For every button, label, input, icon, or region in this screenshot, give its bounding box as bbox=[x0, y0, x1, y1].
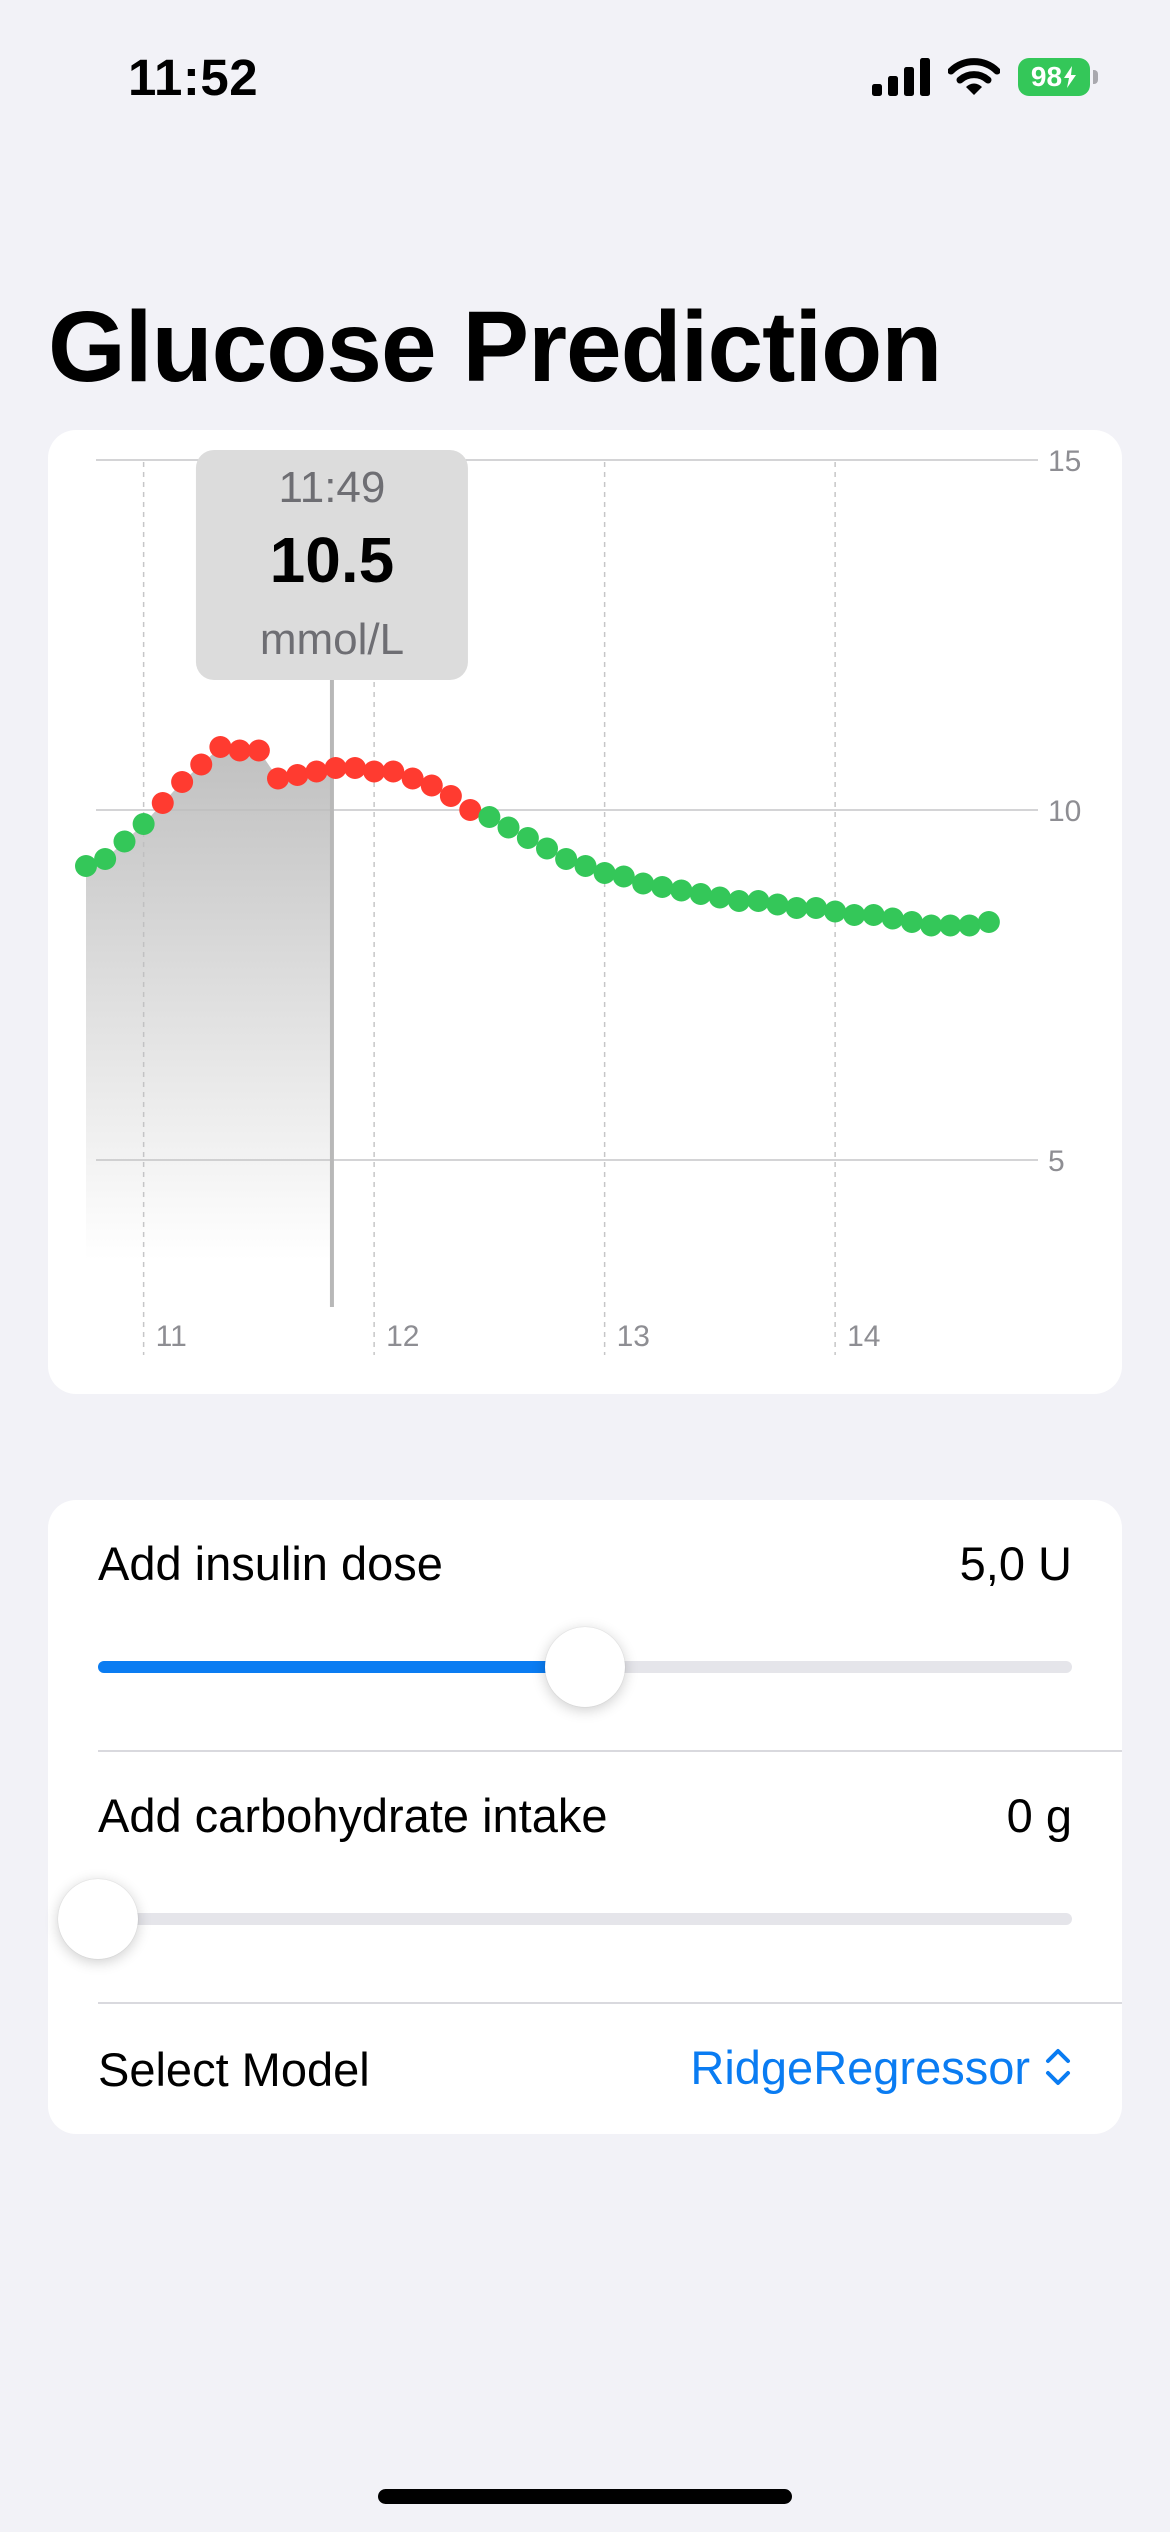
data-point[interactable] bbox=[824, 900, 847, 923]
controls-card: Add insulin dose 5,0 U Add carbohydrate … bbox=[48, 1500, 1122, 2134]
data-point[interactable] bbox=[343, 757, 366, 779]
data-point[interactable] bbox=[881, 907, 904, 930]
data-point[interactable] bbox=[632, 872, 655, 895]
tooltip-time: 11:49 bbox=[279, 463, 386, 512]
insulin-slider-fill bbox=[98, 1661, 585, 1673]
y-tick-label: 15 bbox=[1048, 445, 1081, 478]
data-point[interactable] bbox=[75, 855, 97, 877]
glucose-chart-card[interactable]: 15 10 5 11 12 13 14 11:49 10.5 mmol/L bbox=[48, 430, 1122, 1394]
select-model-label: Select Model bbox=[98, 2043, 370, 2096]
data-point[interactable] bbox=[612, 865, 635, 888]
carbohydrate-intake-label: Add carbohydrate intake bbox=[98, 1789, 608, 1842]
data-point[interactable] bbox=[555, 848, 578, 870]
model-picker-value[interactable]: RidgeRegressor bbox=[690, 2040, 1030, 2095]
data-point[interactable] bbox=[670, 879, 693, 902]
tooltip-unit: mmol/L bbox=[260, 615, 404, 664]
carbohydrate-intake-value: 0 g bbox=[1006, 1789, 1072, 1842]
data-point[interactable] bbox=[728, 890, 751, 912]
chevron-up-down-icon[interactable] bbox=[1044, 2045, 1072, 2089]
status-bar: 11:52 98 bbox=[0, 0, 1170, 150]
data-point[interactable] bbox=[747, 890, 770, 912]
carbohydrate-intake-slider[interactable] bbox=[58, 1879, 1072, 1959]
data-point[interactable] bbox=[574, 855, 597, 877]
cellular-signal-icon bbox=[872, 58, 930, 96]
model-picker[interactable]: RidgeRegressor bbox=[690, 2032, 1072, 2102]
data-point[interactable] bbox=[920, 914, 943, 937]
data-point[interactable] bbox=[401, 767, 424, 790]
data-point[interactable] bbox=[939, 914, 962, 937]
insulin-dose-slider[interactable] bbox=[98, 1627, 1072, 1707]
data-point[interactable] bbox=[478, 806, 501, 828]
data-point[interactable] bbox=[766, 893, 789, 916]
data-point[interactable] bbox=[651, 876, 674, 898]
glucose-chart[interactable]: 15 10 5 11 12 13 14 11:49 10.5 mmol/L bbox=[48, 430, 1122, 1394]
data-point[interactable] bbox=[171, 771, 194, 793]
row-divider bbox=[98, 2002, 1122, 2004]
data-point[interactable] bbox=[267, 767, 290, 790]
data-point[interactable] bbox=[862, 904, 885, 926]
data-point[interactable] bbox=[689, 883, 712, 905]
x-tick-label: 11 bbox=[156, 1320, 187, 1353]
status-icons: 98 bbox=[872, 56, 1098, 98]
data-point[interactable] bbox=[439, 785, 462, 807]
data-point[interactable] bbox=[305, 760, 328, 783]
home-indicator[interactable] bbox=[378, 2489, 792, 2504]
data-point[interactable] bbox=[785, 897, 808, 919]
insulin-dose-label: Add insulin dose bbox=[98, 1537, 443, 1590]
data-point[interactable] bbox=[382, 760, 405, 783]
wifi-icon bbox=[948, 58, 1000, 95]
y-tick-label: 10 bbox=[1048, 795, 1081, 828]
battery-icon: 98 bbox=[1018, 58, 1098, 96]
data-point[interactable] bbox=[151, 792, 174, 814]
data-point[interactable] bbox=[190, 753, 213, 776]
data-point[interactable] bbox=[247, 739, 270, 762]
insulin-slider-thumb[interactable] bbox=[545, 1627, 625, 1707]
data-point[interactable] bbox=[958, 914, 981, 937]
data-point[interactable] bbox=[132, 813, 155, 835]
data-point[interactable] bbox=[209, 736, 232, 758]
page-title: Glucose Prediction bbox=[48, 291, 942, 403]
tooltip-value: 10.5 bbox=[270, 524, 395, 596]
data-point[interactable] bbox=[516, 827, 539, 849]
data-point[interactable] bbox=[977, 911, 1000, 933]
charging-bolt-icon bbox=[1064, 66, 1077, 88]
row-divider bbox=[98, 1750, 1122, 1752]
data-point[interactable] bbox=[459, 799, 482, 821]
battery-level: 98 bbox=[1030, 61, 1063, 92]
data-point[interactable] bbox=[536, 837, 558, 860]
data-point[interactable] bbox=[593, 862, 616, 884]
carbs-slider-thumb[interactable] bbox=[58, 1879, 138, 1959]
status-time: 11:52 bbox=[128, 49, 259, 106]
x-tick-label: 12 bbox=[386, 1320, 419, 1353]
data-point[interactable] bbox=[497, 816, 520, 839]
data-point[interactable] bbox=[286, 764, 309, 786]
x-tick-label: 13 bbox=[617, 1320, 650, 1353]
data-point[interactable] bbox=[843, 904, 866, 926]
data-point[interactable] bbox=[113, 830, 136, 853]
y-tick-label: 5 bbox=[1048, 1145, 1065, 1178]
data-point[interactable] bbox=[804, 897, 827, 919]
data-point[interactable] bbox=[900, 911, 923, 933]
carbs-slider-track[interactable] bbox=[98, 1913, 1072, 1925]
data-point[interactable] bbox=[420, 774, 443, 797]
data-point[interactable] bbox=[94, 848, 117, 870]
insulin-dose-value: 5,0 U bbox=[959, 1537, 1072, 1590]
data-point[interactable] bbox=[324, 757, 347, 779]
data-point[interactable] bbox=[363, 760, 386, 783]
selection-area bbox=[86, 747, 332, 1260]
data-point[interactable] bbox=[228, 739, 251, 762]
data-point[interactable] bbox=[708, 886, 731, 909]
x-tick-label: 14 bbox=[847, 1320, 880, 1353]
